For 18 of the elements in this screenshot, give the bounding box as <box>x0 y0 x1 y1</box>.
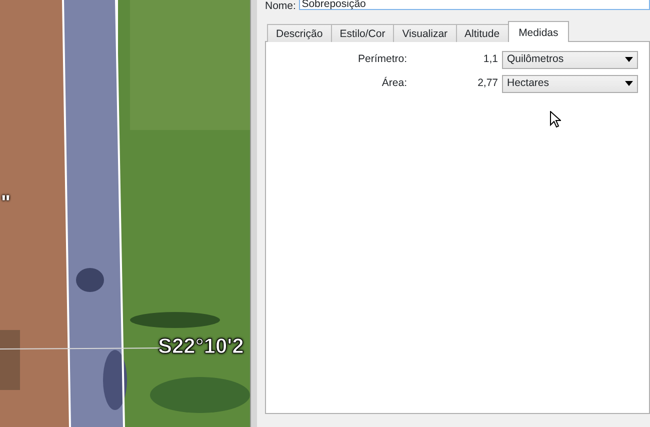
mouse-cursor-icon <box>550 111 561 128</box>
unit-dropdown[interactable]: Quilômetros <box>502 50 638 68</box>
tab[interactable]: Visualizar <box>393 24 457 42</box>
map-label: " <box>1 193 10 213</box>
measure-value: 2,77 <box>476 76 499 91</box>
caret-icon <box>625 57 633 62</box>
tab[interactable]: Descrição <box>267 24 332 42</box>
measure-label: Perímetro: <box>356 52 407 67</box>
measure-value: 1,1 <box>482 52 499 67</box>
latitude-label: S22°10'2 <box>158 335 244 358</box>
name-label: Nome: <box>265 0 296 13</box>
splitter-bar[interactable] <box>250 0 257 427</box>
tab[interactable]: Medidas <box>508 21 570 42</box>
tab[interactable]: Estilo/Cor <box>330 24 394 42</box>
tab[interactable]: Altitude <box>456 24 509 42</box>
unit-dropdown[interactable]: Hectares <box>502 74 638 92</box>
measure-label: Área: <box>380 76 407 91</box>
caret-icon <box>625 81 633 86</box>
